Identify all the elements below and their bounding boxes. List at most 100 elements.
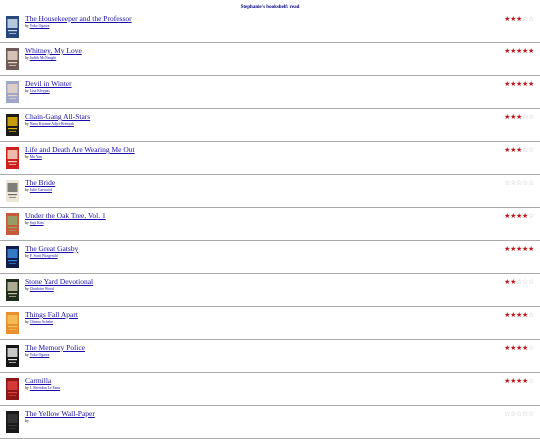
book-row: Whitney, My Love by Judith McNaught ★★★★★ xyxy=(0,43,540,76)
star-rating: ☆☆☆☆☆ xyxy=(504,410,534,419)
book-title-link[interactable]: Whitney, My Love xyxy=(25,46,82,55)
star-icon: ★ xyxy=(528,245,534,253)
by-label: by xyxy=(25,221,29,225)
star-icon: ☆ xyxy=(528,344,534,352)
book-title-link[interactable]: Carmilla xyxy=(25,376,60,385)
book-row: Under the Oak Tree, Vol. 1 by Suji Kim ★★★… xyxy=(0,208,540,241)
book-row: Stone Yard Devotional by Charlotte Wood ★★… xyxy=(0,274,540,307)
book-title-link[interactable]: Life and Death Are Wearing Me Out xyxy=(25,145,135,154)
book-info: Devil in Winter by Lisa Kleypas xyxy=(25,79,72,94)
book-cover-image[interactable] xyxy=(6,213,19,235)
author-link[interactable]: Judith McNaught xyxy=(30,56,56,60)
author-link[interactable]: Julie Garwood xyxy=(30,188,52,192)
star-icon: ☆ xyxy=(528,377,534,385)
by-label: by xyxy=(25,353,29,357)
book-cover-image[interactable] xyxy=(6,180,19,202)
book-info: Stone Yard Devotional by Charlotte Wood xyxy=(25,277,93,292)
book-title-link[interactable]: The Great Gatsby xyxy=(25,244,78,253)
book-title-link[interactable]: The Memory Police xyxy=(25,343,85,352)
book-byline: by Mo Yan xyxy=(25,154,135,160)
author-link[interactable]: Lisa Kleypas xyxy=(30,89,50,93)
book-byline: by Nana Kwame Adjei-Brenyah xyxy=(25,121,90,127)
book-info: Whitney, My Love by Judith McNaught xyxy=(25,46,82,61)
star-icon: ☆ xyxy=(528,179,534,187)
book-row: The Bride by Julie Garwood ☆☆☆☆☆ xyxy=(0,175,540,208)
book-row: Devil in Winter by Lisa Kleypas ★★★★★ xyxy=(0,76,540,109)
author-link[interactable]: Charlotte Wood xyxy=(30,287,54,291)
book-row: The Housekeeper and the Professor by Yoko… xyxy=(0,13,540,43)
book-cover-image[interactable] xyxy=(6,147,19,169)
book-row: The Yellow Wall-Paper by ☆☆☆☆☆ xyxy=(0,406,540,439)
book-row: Life and Death Are Wearing Me Out by Mo Y… xyxy=(0,142,540,175)
book-list: The Housekeeper and the Professor by Yoko… xyxy=(0,13,540,439)
author-link[interactable]: Yoko Ogawa xyxy=(30,353,50,357)
book-byline: by xyxy=(25,418,95,424)
star-rating: ★★★★☆ xyxy=(504,344,534,353)
book-title-link[interactable]: The Yellow Wall-Paper xyxy=(25,409,95,418)
star-rating: ★★★★☆ xyxy=(504,212,534,221)
by-label: by xyxy=(25,188,29,192)
star-icon: ☆ xyxy=(528,410,534,418)
by-label: by xyxy=(25,155,29,159)
book-cover-image[interactable] xyxy=(6,48,19,70)
star-rating: ★★★★★ xyxy=(504,80,534,89)
star-rating: ★★★☆☆ xyxy=(504,15,534,24)
book-title-link[interactable]: The Bride xyxy=(25,178,55,187)
author-link[interactable]: Suji Kim xyxy=(30,221,44,225)
book-title-link[interactable]: Devil in Winter xyxy=(25,79,72,88)
book-info: Under the Oak Tree, Vol. 1 by Suji Kim xyxy=(25,211,106,226)
book-byline: by F. Scott Fitzgerald xyxy=(25,253,78,259)
book-row: Things Fall Apart by Chinua Achebe ★★★★☆ xyxy=(0,307,540,340)
author-link[interactable]: J. Sheridan Le Fanu xyxy=(30,386,60,390)
book-cover-image[interactable] xyxy=(6,312,19,334)
by-label: by xyxy=(25,122,29,126)
author-link[interactable]: Chinua Achebe xyxy=(30,320,53,324)
book-cover-image[interactable] xyxy=(6,279,19,301)
by-label: by xyxy=(25,419,29,423)
book-cover-image[interactable] xyxy=(6,246,19,268)
book-row: The Memory Police by Yoko Ogawa ★★★★☆ xyxy=(0,340,540,373)
book-cover-image[interactable] xyxy=(6,345,19,367)
book-byline: by Yoko Ogawa xyxy=(25,23,132,29)
star-icon: ☆ xyxy=(528,146,534,154)
book-cover-image[interactable] xyxy=(6,114,19,136)
book-byline: by Suji Kim xyxy=(25,220,106,226)
book-cover-image[interactable] xyxy=(6,411,19,433)
book-title-link[interactable]: Under the Oak Tree, Vol. 1 xyxy=(25,211,106,220)
star-icon: ☆ xyxy=(528,311,534,319)
author-link[interactable]: Yoko Ogawa xyxy=(30,24,50,28)
book-byline: by Yoko Ogawa xyxy=(25,352,85,358)
book-byline: by Chinua Achebe xyxy=(25,319,78,325)
author-link[interactable]: Mo Yan xyxy=(30,155,42,159)
by-label: by xyxy=(25,320,29,324)
star-icon: ☆ xyxy=(528,113,534,121)
book-info: Carmilla by J. Sheridan Le Fanu xyxy=(25,376,60,391)
book-cover-image[interactable] xyxy=(6,378,19,400)
by-label: by xyxy=(25,56,29,60)
star-icon: ☆ xyxy=(528,278,534,286)
book-info: Chain-Gang All-Stars by Nana Kwame Adjei-… xyxy=(25,112,90,127)
by-label: by xyxy=(25,24,29,28)
star-rating: ★★★☆☆ xyxy=(504,113,534,122)
book-row: Chain-Gang All-Stars by Nana Kwame Adjei-… xyxy=(0,109,540,142)
book-title-link[interactable]: Things Fall Apart xyxy=(25,310,78,319)
book-title-link[interactable]: Chain-Gang All-Stars xyxy=(25,112,90,121)
book-info: The Memory Police by Yoko Ogawa xyxy=(25,343,85,358)
book-byline: by Judith McNaught xyxy=(25,55,82,61)
book-byline: by Julie Garwood xyxy=(25,187,55,193)
author-link[interactable]: F. Scott Fitzgerald xyxy=(30,254,58,258)
star-rating: ★★★★★ xyxy=(504,47,534,56)
book-info: The Yellow Wall-Paper by xyxy=(25,409,95,424)
star-rating: ★★★☆☆ xyxy=(504,146,534,155)
star-rating: ★★☆☆☆ xyxy=(504,278,534,287)
book-title-link[interactable]: Stone Yard Devotional xyxy=(25,277,93,286)
by-label: by xyxy=(25,254,29,258)
book-info: The Bride by Julie Garwood xyxy=(25,178,55,193)
book-cover-image[interactable] xyxy=(6,81,19,103)
book-title-link[interactable]: The Housekeeper and the Professor xyxy=(25,14,132,23)
author-link[interactable]: Nana Kwame Adjei-Brenyah xyxy=(30,122,74,126)
star-icon: ★ xyxy=(528,80,534,88)
book-cover-image[interactable] xyxy=(6,16,19,38)
star-rating: ☆☆☆☆☆ xyxy=(504,179,534,188)
star-icon: ☆ xyxy=(528,212,534,220)
